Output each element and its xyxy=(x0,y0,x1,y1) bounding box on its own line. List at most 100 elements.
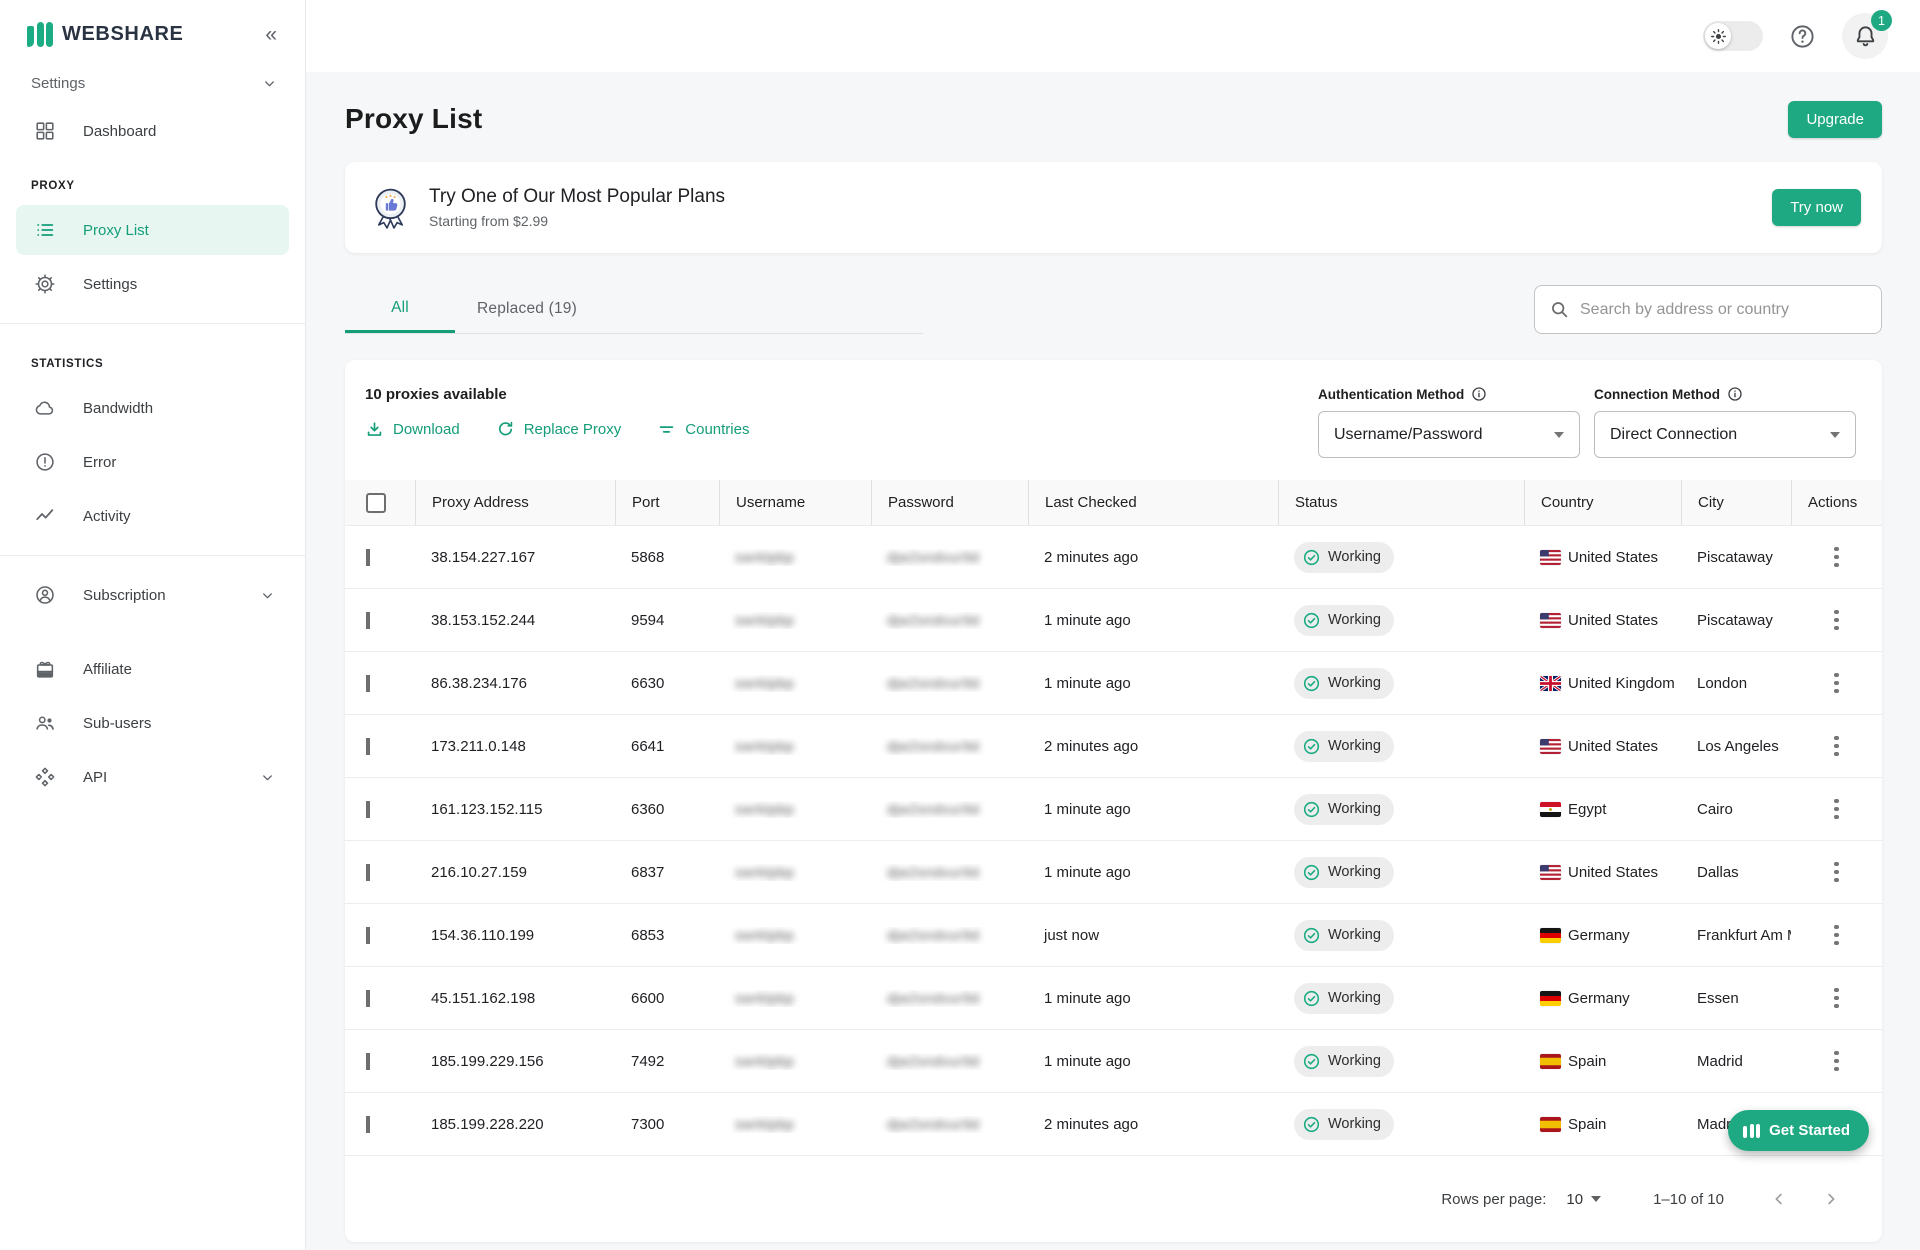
help-button[interactable] xyxy=(1789,23,1816,50)
sidebar-item-label: Activity xyxy=(83,508,275,525)
country-cell: United States xyxy=(1524,612,1681,629)
rows-per-page-select[interactable]: 10 xyxy=(1566,1191,1601,1208)
password-blurred: djw2sndvur9d xyxy=(887,801,979,817)
password-cell: djw2sndvur9d xyxy=(871,927,1028,944)
row-menu-button[interactable] xyxy=(1828,541,1845,574)
status-label: Working xyxy=(1328,801,1381,817)
sidebar-item-sub-users[interactable]: Sub-users xyxy=(16,698,289,748)
upgrade-button[interactable]: Upgrade xyxy=(1788,101,1882,138)
proxy-address-cell: 45.151.162.198 xyxy=(415,990,615,1007)
webshare-logo[interactable]: WEBSHARE xyxy=(27,22,183,47)
row-menu-button[interactable] xyxy=(1828,856,1845,889)
username-blurred: swrklpbp xyxy=(735,612,794,628)
password-cell: djw2sndvur9d xyxy=(871,990,1028,1007)
brand-name: WEBSHARE xyxy=(62,23,183,46)
tab-all-label: All xyxy=(391,299,409,317)
password-cell: djw2sndvur9d xyxy=(871,1116,1028,1133)
port-cell: 6853 xyxy=(615,927,719,944)
search-input[interactable] xyxy=(1580,301,1867,319)
actions-cell xyxy=(1791,982,1882,1015)
row-menu-button[interactable] xyxy=(1828,604,1845,637)
next-page-button[interactable] xyxy=(1822,1190,1840,1208)
flag-icon-de xyxy=(1540,928,1561,943)
row-checkbox-cell xyxy=(345,612,415,629)
countries-label: Countries xyxy=(685,421,749,438)
status-label: Working xyxy=(1328,927,1381,943)
flag-icon-gb xyxy=(1540,676,1561,691)
row-checkbox[interactable] xyxy=(366,1116,370,1133)
status-badge: Working xyxy=(1294,668,1394,699)
proxy-tabs: All Replaced (19) xyxy=(345,285,923,334)
webshare-logo-icon xyxy=(1743,1124,1760,1138)
tab-replaced[interactable]: Replaced (19) xyxy=(455,285,599,333)
sidebar-collapse-icon[interactable]: « xyxy=(261,22,281,47)
auth-method-select[interactable]: Username/Password xyxy=(1318,411,1580,458)
password-blurred: djw2sndvur9d xyxy=(887,990,979,1006)
row-menu-button[interactable] xyxy=(1828,919,1845,952)
sidebar-item-api[interactable]: API xyxy=(16,752,289,802)
country-label: United States xyxy=(1568,612,1658,629)
row-checkbox[interactable] xyxy=(366,1053,370,1070)
chevron-down-icon xyxy=(1830,432,1840,438)
row-menu-button[interactable] xyxy=(1828,793,1845,826)
table-row: 38.153.152.2449594swrklpbpdjw2sndvur9d1 … xyxy=(345,589,1882,652)
row-menu-button[interactable] xyxy=(1828,667,1845,700)
proxy-count: 10 proxies available xyxy=(365,386,749,403)
table-row: 173.211.0.1486641swrklpbpdjw2sndvur9d2 m… xyxy=(345,715,1882,778)
proxy-address-cell: 154.36.110.199 xyxy=(415,927,615,944)
row-menu-button[interactable] xyxy=(1828,982,1845,1015)
row-checkbox[interactable] xyxy=(366,990,370,1007)
sidebar-item-label: API xyxy=(83,769,233,786)
row-checkbox[interactable] xyxy=(366,549,370,566)
app-root: WEBSHARE « Settings DashboardPROXYProxy … xyxy=(0,0,1920,1250)
status-cell: Working xyxy=(1278,1109,1524,1140)
tab-all[interactable]: All xyxy=(345,285,455,333)
flag-icon-eg xyxy=(1540,802,1561,817)
filter-icon xyxy=(657,420,676,439)
workspace-label: Settings xyxy=(31,75,85,92)
check-circle-icon xyxy=(1302,737,1321,756)
replace-proxy-button[interactable]: Replace Proxy xyxy=(496,420,622,439)
check-circle-icon xyxy=(1302,611,1321,630)
sidebar-item-error[interactable]: Error xyxy=(16,437,289,487)
info-icon[interactable] xyxy=(1727,386,1743,402)
sidebar-item-activity[interactable]: Activity xyxy=(16,491,289,541)
proxy-address-cell: 38.153.152.244 xyxy=(415,612,615,629)
row-menu-button[interactable] xyxy=(1828,730,1845,763)
workspace-selector[interactable]: Settings xyxy=(0,65,305,102)
sidebar-item-proxy-list[interactable]: Proxy List xyxy=(16,205,289,255)
connection-method-select[interactable]: Direct Connection xyxy=(1594,411,1856,458)
countries-button[interactable]: Countries xyxy=(657,420,749,439)
error-icon xyxy=(34,451,56,473)
row-menu-button[interactable] xyxy=(1828,1045,1845,1078)
row-checkbox[interactable] xyxy=(366,864,370,881)
row-checkbox[interactable] xyxy=(366,612,370,629)
select-all-checkbox[interactable] xyxy=(366,493,386,513)
theme-toggle[interactable] xyxy=(1703,21,1763,51)
medal-thumbs-up-icon xyxy=(367,184,414,231)
notifications-button[interactable]: 1 xyxy=(1842,13,1888,59)
download-button[interactable]: Download xyxy=(365,420,460,439)
try-now-button[interactable]: Try now xyxy=(1772,189,1861,226)
check-circle-icon xyxy=(1302,674,1321,693)
rows-per-page-value: 10 xyxy=(1566,1191,1583,1208)
sidebar-item-dashboard[interactable]: Dashboard xyxy=(16,106,289,156)
info-icon[interactable] xyxy=(1471,386,1487,402)
actions-cell xyxy=(1791,667,1882,700)
row-checkbox[interactable] xyxy=(366,738,370,755)
previous-page-button[interactable] xyxy=(1770,1190,1788,1208)
sidebar-nav: DashboardPROXYProxy ListSettingsSTATISTI… xyxy=(0,106,305,802)
port-cell: 6600 xyxy=(615,990,719,1007)
get-started-button[interactable]: Get Started xyxy=(1728,1110,1869,1151)
sidebar-item-subscription[interactable]: Subscription xyxy=(16,570,289,620)
flag-icon-es xyxy=(1540,1117,1561,1132)
row-checkbox[interactable] xyxy=(366,801,370,818)
row-checkbox[interactable] xyxy=(366,927,370,944)
sidebar-item-bandwidth[interactable]: Bandwidth xyxy=(16,383,289,433)
city-cell: Cairo xyxy=(1681,801,1791,818)
password-blurred: djw2sndvur9d xyxy=(887,1116,979,1132)
city-cell: Piscataway xyxy=(1681,612,1791,629)
sidebar-item-settings[interactable]: Settings xyxy=(16,259,289,309)
row-checkbox[interactable] xyxy=(366,675,370,692)
sidebar-item-affiliate[interactable]: Affiliate xyxy=(16,644,289,694)
